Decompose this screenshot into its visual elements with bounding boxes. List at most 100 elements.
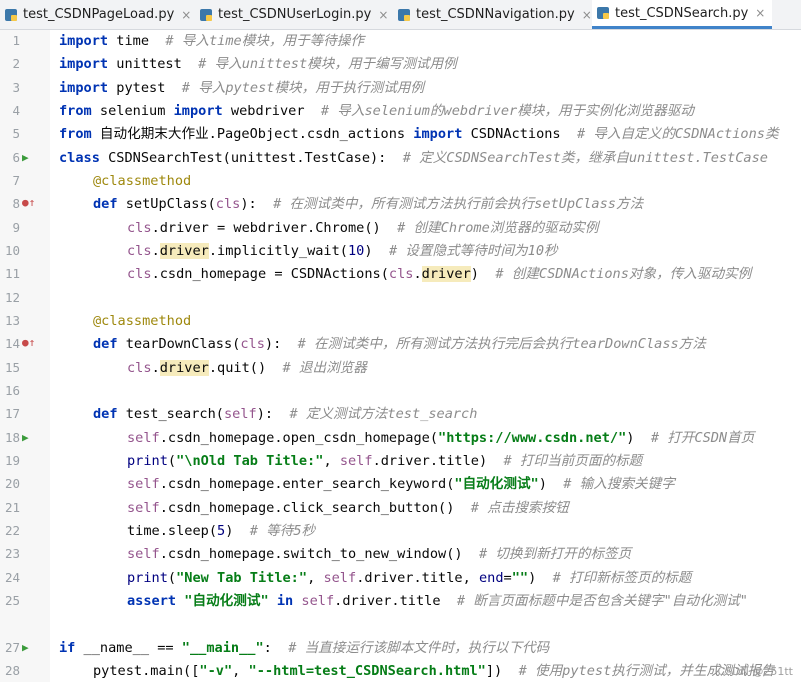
code-token: import [59, 56, 109, 72]
code-token: self [127, 546, 160, 562]
code-token: import [59, 80, 109, 96]
code-token: ) [626, 430, 651, 446]
code-token: , [307, 570, 324, 586]
code-token: self [339, 453, 373, 469]
string-token: "New Tab Title:" [176, 570, 308, 586]
tab-close-icon[interactable]: × [378, 8, 388, 22]
highlighted-token: driver [421, 266, 471, 282]
code-token: from [59, 126, 92, 142]
line-number: 10 [4, 243, 20, 258]
decorator-token: @classmethod [93, 173, 192, 189]
tab-test-csdn-page-load[interactable]: test_CSDNPageLoad.py × [0, 0, 191, 29]
code-line: def test_search(self): # 定义测试方法test_sear… [93, 404, 477, 424]
code-token: selenium [91, 103, 174, 119]
tab-test-csdn-navigation[interactable]: test_CSDNNavigation.py × [393, 0, 592, 29]
tab-close-icon[interactable]: × [181, 8, 191, 22]
override-arrow-icon[interactable]: ●↑ [22, 196, 35, 209]
line-number: 3 [12, 80, 20, 95]
code-comment: # 在测试类中，所有测试方法执行前会执行setUpClass方法 [273, 196, 644, 212]
code-token: pytest.main([ [93, 663, 200, 679]
line-number: 18 [4, 430, 20, 445]
code-token: self [127, 500, 160, 516]
tab-test-csdn-user-login[interactable]: test_CSDNUserLogin.py × [195, 0, 390, 29]
code-token: assert [127, 593, 177, 609]
code-token: ) [538, 476, 564, 492]
code-token: ]) [485, 663, 519, 679]
code-token: .csdn_homepage.switch_to_new_window() [159, 546, 479, 562]
tab-test-csdn-search[interactable]: test_CSDNSearch.py × [592, 0, 772, 29]
code-token: cls [388, 266, 414, 282]
code-token: time [108, 33, 166, 49]
code-token: = [503, 570, 512, 586]
code-line: import unittest # 导入unittest模块，用于编写测试用例 [59, 54, 457, 74]
code-token: import [173, 103, 223, 119]
code-token: ( [167, 453, 177, 469]
line-number: 6 [12, 150, 20, 165]
code-comment: # 打印新标签页的标题 [552, 570, 692, 586]
line-number: 1 [12, 33, 20, 48]
line-number: 28 [4, 663, 20, 678]
code-token: cls [127, 243, 152, 259]
code-line: from 自动化期末大作业.PageObject.csdn_actions im… [59, 124, 779, 144]
code-line: if __name__ == "__main__": # 当直接运行该脚本文件时… [59, 638, 549, 658]
code-line: pytest.main(["-v", "--html=test_CSDNSear… [93, 661, 774, 681]
code-comment: # 导入pytest模块，用于执行测试用例 [181, 80, 424, 96]
code-comment: # 定义测试方法test_search [289, 406, 478, 422]
line-number: 7 [12, 173, 20, 188]
code-line: self.csdn_homepage.switch_to_new_window(… [127, 544, 631, 564]
python-file-icon [200, 8, 212, 21]
tab-close-icon[interactable]: × [755, 6, 765, 20]
code-token: self [301, 593, 335, 609]
code-comment: # 等待5秒 [249, 523, 316, 539]
code-token: setUpClass( [117, 196, 216, 212]
watermark: CSDN @251tt [717, 665, 793, 678]
line-number: 22 [4, 523, 20, 538]
run-triangle-icon[interactable]: ▶ [22, 641, 29, 654]
string-token: "--html=test_CSDNSearch.html" [248, 663, 486, 679]
run-triangle-icon[interactable]: ▶ [22, 151, 29, 164]
code-line: cls.driver.implicitly_wait(10) # 设置隐式等待时… [127, 241, 558, 261]
code-token: ) [528, 570, 553, 586]
code-token: class [59, 150, 100, 166]
code-token: . [151, 243, 160, 259]
code-line: cls.csdn_homepage = CSDNActions(cls.driv… [127, 264, 751, 284]
code-comment: # 输入搜索关键字 [563, 476, 675, 492]
builtin-token: print [127, 570, 168, 586]
code-token: test_search( [117, 406, 224, 422]
code-token: .driver.title, [356, 570, 479, 586]
code-token: .driver.title) [372, 453, 504, 469]
string-token: "-v" [199, 663, 233, 679]
line-number: 14 [4, 336, 20, 351]
python-file-icon [398, 8, 410, 21]
code-token: in [276, 593, 294, 609]
override-arrow-icon[interactable]: ●↑ [22, 336, 35, 349]
run-triangle-icon[interactable]: ▶ [22, 431, 29, 444]
code-line: print("New Tab Title:", self.driver.titl… [127, 568, 691, 588]
code-token: .driver = webdriver.Chrome() [151, 220, 398, 236]
string-token: "https://www.csdn.net/" [438, 430, 627, 446]
string-token: "\nOld Tab Title:" [176, 453, 324, 469]
code-line: cls.driver = webdriver.Chrome() # 创建Chro… [127, 218, 599, 238]
python-file-icon [597, 7, 609, 19]
code-token: pytest [108, 80, 182, 96]
code-token: import [59, 33, 109, 49]
code-token: . [413, 266, 422, 282]
code-comment: # 导入unittest模块，用于编写测试用例 [198, 56, 457, 72]
tab-label: test_CSDNSearch.py [615, 5, 749, 21]
code-token: ): [264, 336, 298, 352]
code-token: end [478, 570, 504, 586]
line-number: 11 [4, 266, 20, 281]
tab-close-icon[interactable]: × [582, 8, 592, 22]
line-number: 27 [4, 640, 20, 655]
tab-label: test_CSDNNavigation.py [416, 7, 575, 22]
code-comment: # 打印当前页面的标题 [503, 453, 643, 469]
code-editor[interactable]: 1 2 3 4 5 6 7 8 9 10 11 12 13 14 15 16 1… [0, 30, 801, 682]
code-token: . [151, 360, 160, 376]
code-line: time.sleep(5) # 等待5秒 [127, 521, 315, 541]
code-comment: # 创建Chrome浏览器的驱动实例 [397, 220, 599, 236]
code-comment: # 定义CSDNSearchTest类，继承自unittest.TestCase [402, 150, 768, 166]
line-number: 16 [4, 383, 20, 398]
code-line: assert "自动化测试" in self.driver.title # 断言… [127, 591, 748, 611]
code-token: __name__ == [75, 640, 182, 656]
